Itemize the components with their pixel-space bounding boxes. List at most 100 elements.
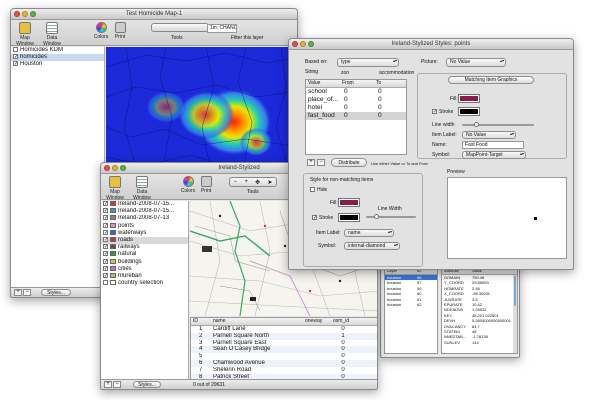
layer-visibility-checkbox[interactable] bbox=[103, 265, 108, 271]
tools-segment[interactable] bbox=[151, 23, 209, 32]
stroke-checkbox[interactable]: Stroke bbox=[432, 109, 453, 115]
remove-layer-button[interactable]: − bbox=[23, 289, 31, 296]
selection-layer-table[interactable]: Layer ID houston 56 houston 57 houston 59 houst… bbox=[384, 266, 438, 354]
table-status: 0 out of 29631 bbox=[193, 382, 225, 388]
symbol-label: Symbol: bbox=[432, 152, 451, 158]
table-row[interactable]: 7 Shelerin Road 0 bbox=[191, 367, 377, 374]
layer-item[interactable]: Homicides KDM bbox=[11, 47, 104, 54]
colors-button[interactable]: Colors bbox=[93, 22, 109, 40]
add-value-button[interactable]: + bbox=[307, 159, 315, 166]
layer-item[interactable]: Ireland-2008-07-15... bbox=[101, 208, 188, 215]
layer-visibility-checkbox[interactable] bbox=[103, 215, 108, 221]
symbol-select[interactable]: MapPoint-Target bbox=[462, 151, 526, 159]
select-icon[interactable]: ➤ bbox=[267, 179, 272, 186]
layer-visibility-checkbox[interactable] bbox=[103, 229, 108, 235]
layer-visibility-checkbox[interactable] bbox=[103, 280, 108, 286]
remove-value-button[interactable]: − bbox=[317, 159, 325, 166]
zoom-field[interactable]: 1in: CHANGE bbox=[207, 24, 237, 33]
hide-checkbox[interactable]: Hide bbox=[310, 187, 327, 193]
vertical-scrollbar[interactable] bbox=[513, 275, 517, 353]
colors-button[interactable]: Colors bbox=[179, 176, 197, 194]
zoom-out-icon[interactable]: − bbox=[234, 179, 238, 185]
table-row[interactable]: 6 Chamwood Avenue 0 bbox=[191, 359, 377, 367]
layer-visibility-checkbox[interactable] bbox=[13, 47, 18, 52]
picture-select[interactable]: No Value bbox=[446, 58, 506, 67]
nm-stroke-checkbox[interactable]: Stroke bbox=[312, 215, 333, 221]
item-label-select[interactable]: No Value bbox=[462, 131, 516, 139]
fill-color-well[interactable] bbox=[458, 94, 480, 103]
zoom-in-icon[interactable]: + bbox=[244, 179, 248, 185]
nm-stroke-color-well[interactable] bbox=[338, 213, 360, 222]
tools-label: Tools bbox=[247, 189, 259, 195]
attribute-table[interactable]: ID name oneway osm_id 1 Cardiff Lane 0 2 Par… bbox=[190, 317, 377, 381]
table-row[interactable]: 1 Cardiff Lane 0 bbox=[191, 326, 377, 333]
layer-visibility-checkbox[interactable] bbox=[103, 222, 108, 228]
layer-item[interactable]: country selection bbox=[101, 280, 188, 287]
layer-visibility-checkbox[interactable] bbox=[13, 53, 18, 59]
layer-item[interactable]: cities bbox=[101, 265, 188, 273]
layer-item[interactable]: waterways bbox=[101, 229, 188, 237]
table-row[interactable]: houston 62 bbox=[385, 302, 437, 307]
layer-item[interactable]: Ireland-2008-07-15... bbox=[101, 201, 188, 208]
line-width-slider[interactable] bbox=[462, 122, 534, 127]
tools-segment[interactable]: − + ✥ ➤ bbox=[229, 177, 277, 187]
table-row[interactable]: 50 bbox=[191, 353, 377, 360]
table-cell: Cardiff Lane bbox=[213, 326, 246, 332]
nm-symbol-select[interactable]: internal-diamond bbox=[344, 242, 400, 250]
title-bar[interactable]: Ireland-Stylized Styles: points bbox=[289, 39, 573, 50]
stroke-color-well[interactable] bbox=[458, 107, 480, 116]
styles-button[interactable]: Styles... bbox=[133, 381, 161, 388]
table-header: Value From To bbox=[306, 80, 406, 88]
layer-item[interactable]: ntureban bbox=[101, 272, 188, 280]
based-on-label: Based on: bbox=[305, 59, 328, 65]
layer-item[interactable]: railways bbox=[101, 244, 188, 251]
data-window-button[interactable]: Data Window bbox=[129, 176, 155, 201]
layer-item[interactable]: points bbox=[101, 222, 188, 230]
layer-item[interactable]: buildings bbox=[101, 258, 188, 266]
nm-fill-color-well[interactable] bbox=[338, 198, 360, 207]
add-layer-button[interactable]: + bbox=[104, 381, 112, 388]
table-row[interactable]: place_of... 0 0 bbox=[306, 96, 406, 104]
remove-layer-button[interactable]: − bbox=[113, 381, 121, 388]
layer-item[interactable]: natural bbox=[101, 251, 188, 258]
based-on-select[interactable]: type bbox=[337, 58, 399, 67]
nm-item-label-select[interactable]: name bbox=[344, 229, 394, 237]
layer-visibility-checkbox[interactable] bbox=[103, 244, 108, 250]
table-row[interactable]: school 0 0 bbox=[306, 88, 406, 96]
printer-icon bbox=[200, 176, 212, 187]
table-row[interactable]: 2 Parnell Square North 1 bbox=[191, 332, 377, 340]
table-row[interactable]: 4 Sean O'Casey Bridge 0 bbox=[191, 346, 377, 354]
layer-visibility-checkbox[interactable] bbox=[103, 201, 108, 206]
layer-visibility-checkbox[interactable] bbox=[103, 251, 108, 257]
table-row[interactable]: 3 Parnell Square East 0 bbox=[191, 340, 377, 347]
map-window-button[interactable]: Map Window bbox=[13, 22, 37, 47]
name-field[interactable]: Fast Food bbox=[462, 141, 524, 149]
layer-item[interactable]: homicides bbox=[11, 53, 104, 61]
table-row[interactable]: hotel 0 0 bbox=[306, 104, 406, 112]
pan-icon[interactable]: ✥ bbox=[255, 179, 260, 186]
layer-item[interactable]: Houston bbox=[11, 60, 104, 68]
print-button[interactable]: Print bbox=[113, 22, 127, 40]
map-window-button[interactable]: Map Window bbox=[103, 176, 127, 201]
table-cell: 1 bbox=[341, 332, 345, 339]
data-window-button[interactable]: Data Window bbox=[39, 22, 65, 47]
value-table[interactable]: Value From To school 0 0 place_of... 0 0 hotel… bbox=[305, 79, 407, 155]
selection-attribute-table[interactable]: Attribute Value DOMAIN 750.46 Y_COORD 29.850… bbox=[441, 266, 518, 354]
table-row[interactable]: SUNLEV 144 bbox=[442, 340, 517, 345]
layer-visibility-checkbox[interactable] bbox=[103, 236, 108, 242]
styles-button[interactable]: Styles... bbox=[41, 289, 71, 296]
layer-visibility-checkbox[interactable] bbox=[13, 60, 18, 66]
nm-line-width-slider[interactable] bbox=[366, 214, 416, 219]
table-row[interactable]: fast_food 0 0 bbox=[306, 112, 406, 120]
title-bar[interactable]: Test Homicide Map-1 bbox=[11, 9, 297, 20]
layer-item[interactable]: Ireland-2008-07-13 bbox=[101, 215, 188, 222]
distribute-button[interactable]: Distribute bbox=[331, 158, 367, 167]
printer-icon bbox=[114, 22, 126, 33]
layer-item[interactable]: roads bbox=[101, 236, 188, 245]
layer-visibility-checkbox[interactable] bbox=[103, 272, 108, 278]
table-cell: 4 bbox=[199, 346, 203, 353]
print-button[interactable]: Print bbox=[199, 176, 213, 194]
add-layer-button[interactable]: + bbox=[14, 289, 22, 296]
layer-visibility-checkbox[interactable] bbox=[103, 258, 108, 264]
layer-visibility-checkbox[interactable] bbox=[103, 208, 108, 214]
